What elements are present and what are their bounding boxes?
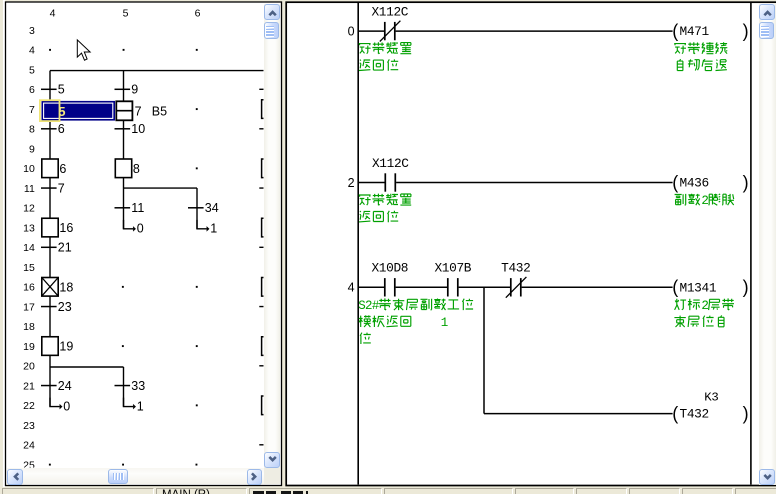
svg-text:6: 6 bbox=[195, 7, 201, 19]
svg-text:21: 21 bbox=[58, 241, 72, 255]
svg-text:5: 5 bbox=[123, 7, 129, 19]
svg-text:M436: M436 bbox=[680, 176, 709, 191]
svg-text:23: 23 bbox=[58, 300, 72, 314]
svg-text:0: 0 bbox=[137, 222, 144, 236]
svg-text:7: 7 bbox=[135, 105, 142, 119]
svg-text:): ) bbox=[743, 21, 749, 41]
svg-text:T432: T432 bbox=[501, 261, 530, 276]
svg-text:): ) bbox=[743, 277, 749, 297]
svg-text:1: 1 bbox=[441, 316, 449, 330]
svg-text:22: 22 bbox=[23, 400, 35, 412]
svg-text:(: ( bbox=[672, 172, 678, 192]
svg-text:13: 13 bbox=[23, 222, 35, 234]
svg-text:M471: M471 bbox=[680, 24, 710, 39]
svg-text:8: 8 bbox=[29, 124, 35, 136]
svg-text:9: 9 bbox=[131, 83, 138, 97]
svg-text:11: 11 bbox=[24, 183, 35, 195]
svg-text:18: 18 bbox=[59, 280, 73, 294]
svg-text:B5: B5 bbox=[152, 104, 167, 118]
svg-text:6: 6 bbox=[59, 162, 66, 176]
svg-text:20: 20 bbox=[23, 361, 35, 373]
svg-text:10: 10 bbox=[23, 163, 35, 175]
svg-text:21: 21 bbox=[23, 380, 35, 392]
svg-text:4: 4 bbox=[29, 45, 35, 57]
svg-text:18: 18 bbox=[23, 321, 35, 333]
svg-text:#: # bbox=[372, 299, 380, 313]
svg-text:X112C: X112C bbox=[371, 5, 408, 20]
svg-text:X10D8: X10D8 bbox=[371, 261, 408, 276]
svg-text:16: 16 bbox=[59, 221, 73, 235]
svg-text:(: ( bbox=[672, 21, 678, 41]
svg-text:3: 3 bbox=[29, 25, 35, 37]
svg-text:K3: K3 bbox=[704, 391, 718, 405]
svg-text:0: 0 bbox=[63, 399, 70, 413]
svg-text:M1341: M1341 bbox=[680, 280, 717, 295]
svg-text:X107B: X107B bbox=[434, 261, 471, 276]
svg-text:14: 14 bbox=[23, 242, 35, 254]
svg-text:(: ( bbox=[672, 277, 678, 297]
svg-text:5: 5 bbox=[58, 104, 65, 119]
svg-text:T432: T432 bbox=[680, 407, 709, 422]
svg-text:33: 33 bbox=[131, 379, 145, 393]
svg-text:2: 2 bbox=[348, 176, 355, 190]
svg-text:17: 17 bbox=[23, 301, 35, 313]
svg-text:X112C: X112C bbox=[372, 156, 409, 171]
svg-text:5: 5 bbox=[58, 83, 65, 97]
svg-text:19: 19 bbox=[23, 341, 35, 353]
svg-text:(: ( bbox=[672, 404, 678, 424]
svg-text:1: 1 bbox=[137, 399, 144, 413]
svg-text:23: 23 bbox=[23, 420, 35, 432]
svg-text:7: 7 bbox=[29, 104, 35, 116]
svg-text:2: 2 bbox=[701, 194, 709, 208]
svg-text:19: 19 bbox=[59, 340, 73, 354]
svg-text:10: 10 bbox=[131, 122, 145, 136]
svg-text:0: 0 bbox=[348, 24, 355, 38]
svg-text:24: 24 bbox=[23, 440, 35, 452]
svg-text:6: 6 bbox=[58, 122, 65, 136]
svg-text:2: 2 bbox=[701, 299, 709, 313]
svg-text:5: 5 bbox=[29, 64, 35, 76]
svg-text:12: 12 bbox=[23, 203, 35, 215]
svg-text:8: 8 bbox=[133, 162, 140, 176]
svg-text:7: 7 bbox=[58, 181, 65, 195]
svg-text:): ) bbox=[743, 172, 749, 192]
svg-text:1: 1 bbox=[210, 222, 217, 236]
svg-text:6: 6 bbox=[29, 84, 35, 96]
svg-text:9: 9 bbox=[29, 143, 35, 155]
svg-text:4: 4 bbox=[348, 281, 355, 295]
svg-text:34: 34 bbox=[205, 201, 219, 215]
svg-text:11: 11 bbox=[131, 201, 144, 215]
svg-text:4: 4 bbox=[50, 7, 56, 19]
svg-text:): ) bbox=[743, 404, 749, 424]
svg-text:16: 16 bbox=[23, 282, 35, 294]
svg-text:15: 15 bbox=[23, 262, 35, 274]
svg-text:24: 24 bbox=[58, 379, 72, 393]
